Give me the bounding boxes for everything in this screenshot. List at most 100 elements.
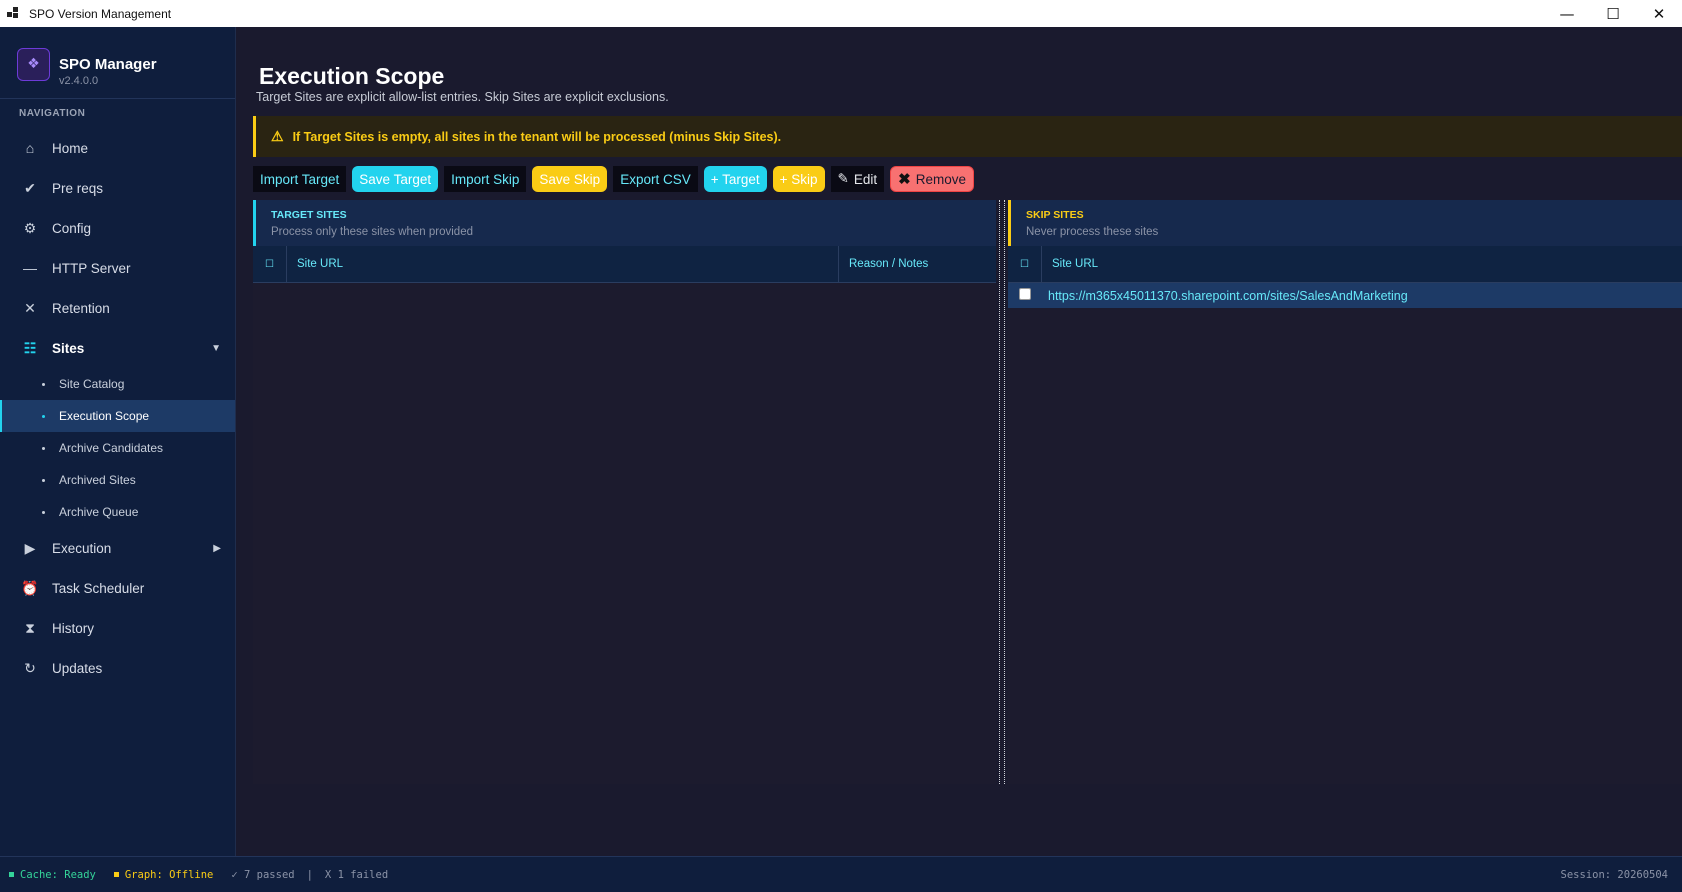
- sidebar-item-http-server[interactable]: — HTTP Server: [0, 248, 235, 288]
- status-dot-icon: [9, 872, 14, 877]
- page-title: Execution Scope: [259, 63, 445, 89]
- cache-status-text: Cache: Ready: [20, 868, 96, 881]
- sidebar: ❖ SPO Manager v2.4.0.0 NAVIGATION ⌂ Home…: [0, 27, 236, 856]
- sidebar-item-history[interactable]: ⧗ History: [0, 608, 235, 648]
- play-icon: ▶: [24, 539, 36, 556]
- row-checkbox[interactable]: [1008, 287, 1042, 300]
- sidebar-item-updates[interactable]: ↻ Updates: [0, 648, 235, 688]
- maximize-button[interactable]: ☐: [1590, 0, 1636, 27]
- sidebar-subitem-site-catalog[interactable]: Site Catalog: [0, 368, 235, 400]
- target-panel-title: TARGET SITES: [271, 209, 347, 221]
- import-skip-button[interactable]: Import Skip: [444, 166, 527, 192]
- hourglass-icon: ⧗: [25, 619, 35, 636]
- sidebar-subitem-execution-scope[interactable]: Execution Scope: [0, 400, 235, 432]
- warning-icon: ⚠: [271, 128, 284, 144]
- window-title: SPO Version Management: [29, 6, 172, 21]
- sidebar-item-label: Sites: [52, 340, 85, 356]
- page-subtitle: Target Sites are explicit allow-list ent…: [256, 90, 669, 104]
- sidebar-item-execution[interactable]: ▶ Execution ▶: [0, 528, 235, 568]
- close-button[interactable]: ✕: [1636, 0, 1682, 27]
- column-header-site-url[interactable]: Site URL: [1042, 246, 1682, 283]
- sidebar-item-label: Pre reqs: [52, 180, 104, 196]
- target-grid-header: ☐ Site URL Reason / Notes: [253, 245, 996, 283]
- failed-count: X 1 failed: [324, 868, 389, 881]
- remove-button[interactable]: ✖ Remove: [890, 166, 974, 192]
- import-target-button[interactable]: Import Target: [253, 166, 347, 192]
- select-all-checkbox[interactable]: ☐: [253, 245, 287, 283]
- add-skip-button[interactable]: + Skip: [772, 166, 825, 192]
- remove-icon: ✖: [898, 171, 911, 188]
- brand: ❖ SPO Manager v2.4.0.0: [0, 27, 235, 99]
- sidebar-subitem-label: Archive Candidates: [59, 441, 164, 455]
- main-content: Execution Scope Target Sites are explici…: [237, 27, 1682, 856]
- export-csv-button[interactable]: Export CSV: [613, 166, 698, 192]
- sidebar-subitem-label: Archived Sites: [59, 473, 136, 487]
- sidebar-subitem-label: Execution Scope: [59, 409, 150, 423]
- warning-banner: ⚠ If Target Sites is empty, all sites in…: [253, 116, 1682, 157]
- check-icon: ✔: [24, 179, 36, 196]
- target-sites-panel: TARGET SITES Process only these sites wh…: [253, 200, 996, 784]
- bullet-icon: [42, 382, 45, 386]
- sidebar-item-home[interactable]: ⌂ Home: [0, 128, 235, 168]
- brand-version: v2.4.0.0: [59, 74, 99, 87]
- alarm-clock-icon: ⏰: [21, 579, 39, 596]
- chevron-right-icon[interactable]: ▶: [213, 543, 221, 554]
- app-icon: [7, 6, 21, 21]
- sidebar-item-label: Home: [52, 140, 89, 156]
- sidebar-subitem-archive-candidates[interactable]: Archive Candidates: [0, 432, 235, 464]
- bullet-icon: [42, 446, 45, 450]
- sidebar-item-retention[interactable]: ✕ Retention: [0, 288, 235, 328]
- passed-count: ✓ 7 passed: [231, 868, 295, 881]
- sidebar-item-label: History: [52, 620, 95, 636]
- edit-button[interactable]: ✎ Edit: [830, 166, 885, 192]
- column-header-site-url[interactable]: Site URL: [287, 245, 839, 283]
- sidebar-subitem-label: Site Catalog: [59, 377, 125, 391]
- minimize-button[interactable]: —: [1544, 0, 1590, 27]
- home-icon: ⌂: [25, 140, 35, 156]
- list-icon: ☷: [23, 339, 37, 356]
- sidebar-item-label: HTTP Server: [52, 260, 131, 276]
- skip-grid-header: ☐ Site URL: [1008, 245, 1682, 283]
- skip-panel-title: SKIP SITES: [1026, 209, 1084, 221]
- session-id: Session: 20260504: [1560, 868, 1668, 881]
- bullet-icon: [42, 510, 45, 514]
- save-target-button[interactable]: Save Target: [352, 166, 439, 192]
- sidebar-item-sites[interactable]: ☷ Sites ▼: [0, 328, 235, 368]
- skip-sites-panel: SKIP SITES Never process these sites ☐ S…: [1008, 200, 1682, 784]
- status-separator: |: [306, 868, 313, 881]
- add-target-button[interactable]: + Target: [703, 166, 767, 192]
- brand-name: SPO Manager: [59, 55, 157, 73]
- column-header-reason-notes[interactable]: Reason / Notes: [839, 246, 996, 283]
- warning-text: If Target Sites is empty, all sites in t…: [292, 129, 782, 144]
- window-titlebar: SPO Version Management — ☐ ✕: [0, 0, 1682, 27]
- sidebar-subitem-archive-queue[interactable]: Archive Queue: [0, 496, 235, 528]
- status-dot-icon: [113, 872, 119, 877]
- nav-heading: NAVIGATION: [19, 108, 86, 119]
- remove-button-label: Remove: [915, 171, 966, 187]
- table-row[interactable]: https://m365x45011370.sharepoint.com/sit…: [1008, 283, 1682, 308]
- skip-panel-description: Never process these sites: [1026, 226, 1159, 238]
- sidebar-item-task-scheduler[interactable]: ⏰ Task Scheduler: [0, 568, 235, 608]
- pencil-icon: ✎: [837, 171, 849, 186]
- sidebar-subitem-label: Archive Queue: [59, 505, 139, 519]
- sidebar-item-label: Updates: [52, 660, 103, 676]
- sidebar-subitem-archived-sites[interactable]: Archived Sites: [0, 464, 235, 496]
- sidebar-item-config[interactable]: ⚙ Config: [0, 208, 235, 248]
- brand-logo-icon: ❖: [17, 47, 50, 81]
- select-all-checkbox[interactable]: ☐: [1008, 245, 1042, 283]
- gear-icon: ⚙: [23, 219, 37, 236]
- toolbar: Import Target Save Target Import Skip Sa…: [253, 166, 974, 192]
- save-skip-button[interactable]: Save Skip: [532, 166, 608, 192]
- x-icon: ✕: [24, 299, 36, 316]
- edit-button-label: Edit: [853, 171, 878, 187]
- dash-icon: —: [23, 260, 37, 276]
- sidebar-item-label: Retention: [52, 300, 110, 316]
- sidebar-item-label: Task Scheduler: [52, 580, 145, 596]
- sidebar-item-pre-reqs[interactable]: ✔ Pre reqs: [0, 168, 235, 208]
- site-url-cell: https://m365x45011370.sharepoint.com/sit…: [1048, 288, 1408, 303]
- panel-splitter[interactable]: [999, 200, 1005, 784]
- bullet-icon: [42, 414, 45, 418]
- chevron-down-icon[interactable]: ▼: [211, 343, 221, 354]
- target-panel-description: Process only these sites when provided: [271, 226, 473, 238]
- bullet-icon: [42, 478, 45, 482]
